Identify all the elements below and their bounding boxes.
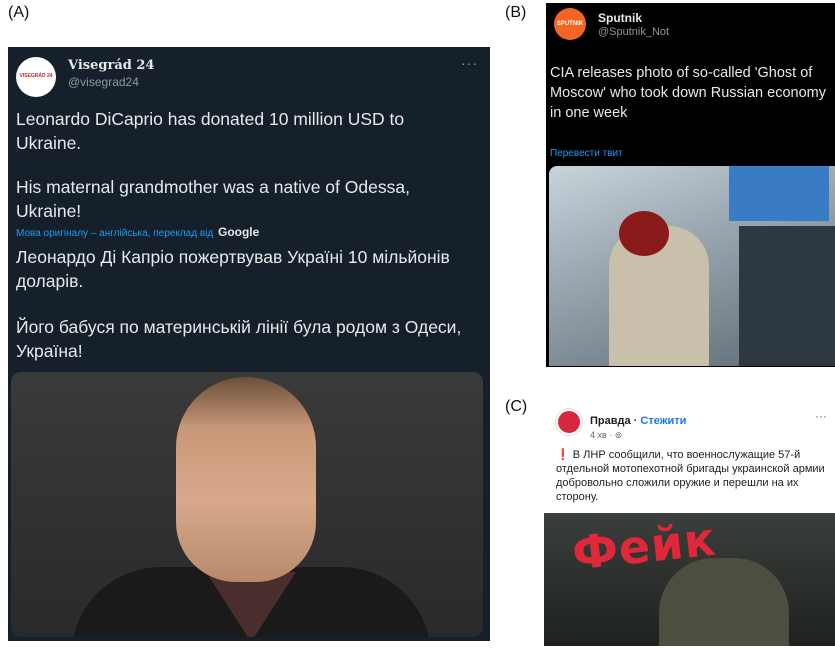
account-handle[interactable]: @Sputnik_Not [598,26,669,38]
panel-label-c: (C) [505,398,528,415]
facebook-post-panel: Правда · Стежити 4 хв · ⊚ ··· ❗ В ЛНР со… [544,395,835,646]
tweet-text: CIA releases photo of so-called 'Ghost o… [550,65,826,121]
post-photo[interactable]: Фейк [544,513,835,646]
translated-text-line-2: Його бабуся по материнській лінії була р… [16,317,462,361]
account-name[interactable]: Visegrád 24 [68,58,154,73]
post-text: ❗ В ЛНР сообщили, что военнослужащие 57-… [556,448,831,504]
tweet-panel-visegrad: VISEGRÁD 24 Visegrád 24 @visegrad24 ··· … [8,47,490,641]
exclamation-icon: ❗ [556,449,570,461]
follow-button[interactable]: Стежити [640,415,686,427]
post-text-body: В ЛНР сообщили, что военнослужащие 57-й … [556,449,825,503]
panel-label-b: (B) [505,4,527,21]
globe-icon: ⊚ [614,430,623,440]
more-options-icon[interactable]: ··· [815,409,827,423]
photo-helmet-shape [619,211,669,256]
tweet-panel-sputnik: SPUTNIK Sputnik @Sputnik_Not CIA release… [546,3,835,367]
tweet-text-line-2: His maternal grandmother was a native of… [16,177,410,221]
more-options-icon[interactable]: ··· [461,55,478,71]
post-time-text: 4 хв · [590,430,615,440]
page-name[interactable]: Правда [590,415,631,427]
avatar[interactable]: VISEGRÁD 24 [16,57,56,97]
photo-cockpit-panel-shape [739,226,835,366]
photo-flag-shape [729,166,829,221]
avatar[interactable] [556,409,582,435]
google-logo: Google [217,225,260,239]
avatar-logo-text: SPUTNIK [556,21,584,27]
tweet-photo[interactable] [11,372,483,637]
translation-note[interactable]: Мова оригіналу – англійська, переклад ві… [16,225,259,239]
tweet-text-line-1: Leonardo DiCaprio has donated 10 million… [16,109,405,153]
photo-portrait-shape [176,377,316,582]
avatar-logo-text: VISEGRÁD 24 [19,73,53,80]
account-handle[interactable]: @visegrad24 [68,75,139,89]
avatar[interactable]: SPUTNIK [554,8,586,40]
translated-text-line-1: Леонардо Ді Капріо пожертвував Україні 1… [16,247,450,291]
post-time: 4 хв · ⊚ [590,430,622,441]
tweet-photo[interactable] [549,166,835,366]
post-header: Правда · Стежити [590,415,687,427]
translation-note-text: Мова оригіналу – англійська, переклад ві… [16,228,214,239]
translate-tweet-link[interactable]: Перевести твит [550,148,623,159]
panel-label-a: (A) [8,4,30,21]
account-name[interactable]: Sputnik [598,11,642,25]
photo-soldier-shape [659,558,789,646]
